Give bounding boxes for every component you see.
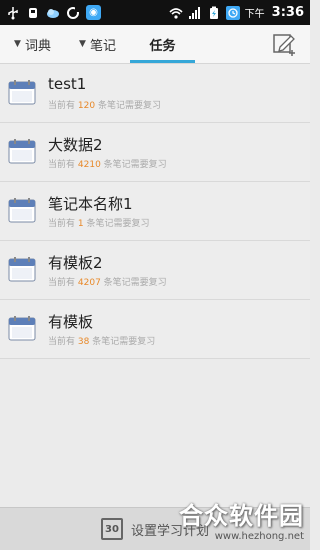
- watermark-title: 合众软件园: [179, 502, 304, 530]
- usb-debug-icon: [29, 7, 37, 18]
- task-list: test1 当前有 120 条笔记需要复习 大数据2 当前有 4210 条笔记需…: [0, 64, 310, 359]
- item-title: 大数据2: [48, 136, 103, 154]
- status-ampm: 下午: [244, 9, 265, 20]
- sync-icon: [67, 6, 80, 19]
- calendar-icon: [8, 257, 36, 282]
- list-item[interactable]: 大数据2 当前有 4210 条笔记需要复习: [0, 123, 310, 182]
- list-item[interactable]: 笔记本名称1 当前有 1 条笔记需要复习: [0, 182, 310, 241]
- item-subtitle: 当前有 4210 条笔记需要复习: [48, 160, 167, 170]
- status-time: 3:36: [271, 5, 304, 20]
- calendar-icon: [8, 139, 36, 164]
- app-badge-icon: ◉: [86, 5, 101, 20]
- tab-dictionary[interactable]: ▼ 词典: [0, 25, 65, 63]
- item-title: 有模板: [48, 313, 94, 331]
- status-bar-left: ◉: [0, 5, 101, 20]
- signal-icon: [188, 6, 200, 19]
- list-item[interactable]: 有模板 当前有 38 条笔记需要复习: [0, 300, 310, 359]
- review-count: 1: [77, 219, 84, 229]
- alarm-icon: [225, 5, 240, 20]
- review-count: 4207: [77, 278, 101, 288]
- cloud-icon: [47, 8, 59, 18]
- item-subtitle: 当前有 4207 条笔记需要复习: [48, 278, 167, 288]
- dropdown-arrow-icon: ▼: [14, 39, 21, 49]
- calendar-30-icon: 30: [100, 518, 123, 540]
- review-count: 4210: [77, 160, 101, 170]
- watermark-url: www.hezhong.net: [214, 531, 304, 542]
- calendar-icon: [8, 80, 36, 105]
- status-bar-right: 下午 3:36: [169, 5, 310, 20]
- tab-label: 词典: [24, 38, 51, 54]
- calendar-icon: [8, 316, 36, 341]
- calendar-icon: [8, 198, 36, 223]
- wifi-icon: [169, 7, 183, 19]
- tab-label: 任务: [149, 38, 176, 54]
- tab-tasks[interactable]: 任务: [130, 25, 195, 63]
- watermark: 合众软件园 www.hezhong.net: [179, 496, 304, 542]
- usb-icon: [8, 6, 18, 19]
- compose-icon: [273, 34, 295, 56]
- review-count: 38: [77, 337, 90, 347]
- battery-charging-icon: [209, 6, 218, 19]
- tab-notes[interactable]: ▼ 笔记: [65, 25, 130, 63]
- status-bar: ◉ 下午 3:36: [0, 0, 310, 25]
- item-subtitle: 当前有 38 条笔记需要复习: [48, 337, 156, 347]
- tab-bar: ▼ 词典 ▼ 笔记 任务: [0, 25, 310, 64]
- list-item[interactable]: 有模板2 当前有 4207 条笔记需要复习: [0, 241, 310, 300]
- review-count: 120: [77, 101, 96, 111]
- tab-label: 笔记: [89, 38, 116, 54]
- new-note-button[interactable]: [270, 29, 300, 59]
- item-title: 有模板2: [48, 254, 103, 272]
- item-title: 笔记本名称1: [48, 195, 133, 213]
- item-subtitle: 当前有 1 条笔记需要复习: [48, 219, 150, 229]
- list-item[interactable]: test1 当前有 120 条笔记需要复习: [0, 64, 310, 123]
- item-subtitle: 当前有 120 条笔记需要复习: [48, 101, 161, 111]
- item-title: test1: [48, 75, 87, 93]
- dropdown-arrow-icon: ▼: [79, 39, 86, 49]
